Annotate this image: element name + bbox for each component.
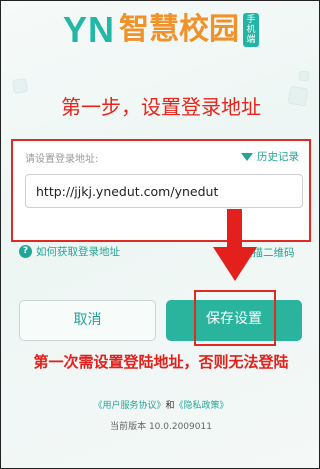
address-label: 请设置登录地址: [25,154,99,165]
agreement-and: 和 [165,401,175,411]
logo-name: 智慧校园 [119,12,239,47]
cancel-button[interactable]: 取消 [19,300,156,341]
privacy-policy-link[interactable]: 《隐私政策》 [175,401,229,411]
app-logo: YN 智慧校园 手机端 [1,9,319,53]
login-url-input[interactable] [25,174,303,208]
decorative-square [299,71,309,81]
help-link[interactable]: ? 如何获取登录地址 [19,244,120,259]
user-agreement-link[interactable]: 《用户服务协议》 [93,401,165,411]
logo-badge: 手机端 [243,13,259,47]
help-link-label: 如何获取登录地址 [36,246,120,258]
triangle-down-icon [241,152,253,161]
arrow-down-icon [227,209,242,249]
logo-brand: YN [62,9,115,50]
login-address-form: 请设置登录地址: 历史记录 [11,139,311,242]
version-text: 当前版本 10.0.2009011 [110,422,212,432]
save-highlight-box [194,290,276,346]
annotation-text: 第一次需设置登陆地址，否则无法登陆 [33,353,289,371]
step-title: 第一步，设置登录地址 [61,95,261,119]
question-circle-icon: ? [19,245,32,258]
agreement-line: 《用户服务协议》和《隐私政策》 [1,398,319,411]
arrow-head [213,247,257,281]
history-button[interactable]: 历史记录 [241,149,299,164]
app-screen: YN 智慧校园 手机端 第一步，设置登录地址 请设置登录地址: 历史记录 ? 如… [0,0,320,469]
history-label: 历史记录 [257,151,299,163]
